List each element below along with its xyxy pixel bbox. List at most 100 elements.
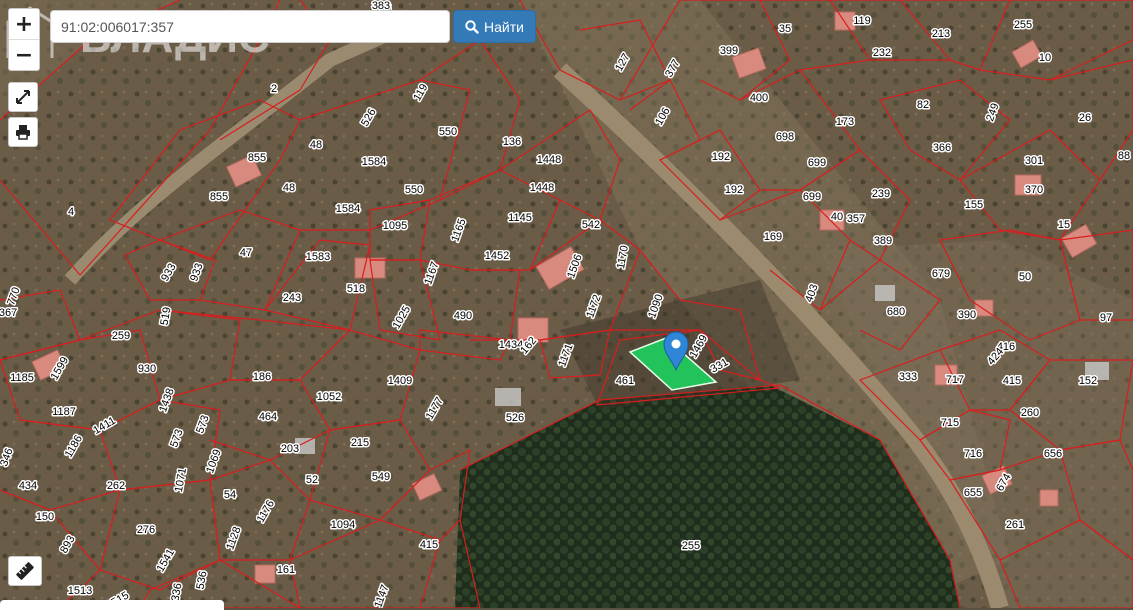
parcel-label: 1094 (331, 519, 355, 531)
parcel-label: 656 (1044, 448, 1062, 460)
parcel-label: 550 (439, 126, 457, 138)
parcel-label: 715 (941, 417, 959, 429)
parcel-label: 88 (1118, 150, 1130, 162)
parcel-label: 40 (831, 211, 843, 223)
parcel-label: 1052 (317, 391, 341, 403)
parcel-label: 357 (847, 213, 865, 225)
parcel-label: 150 (36, 511, 54, 523)
bottom-info-panel (0, 600, 224, 610)
parcel-label: 930 (138, 363, 156, 375)
parcel-label: 232 (873, 47, 891, 59)
parcel-label: 47 (240, 247, 252, 259)
parcel-label: 549 (372, 471, 390, 483)
printer-icon (16, 125, 30, 140)
parcel-label: 855 (210, 191, 228, 203)
parcel-label: 1095 (383, 220, 407, 232)
parcel-label: 186 (253, 371, 271, 383)
parcel-label: 399 (720, 45, 738, 57)
parcel-label: 260 (1021, 407, 1039, 419)
parcel-label: 169 (764, 231, 782, 243)
parcel-label: 276 (137, 524, 155, 536)
parcel-label: 261 (1006, 519, 1024, 531)
ruler-icon (16, 562, 34, 580)
parcel-label: 152 (1079, 375, 1097, 387)
parcel-label: 255 (1014, 19, 1032, 31)
parcel-label: 1513 (68, 585, 92, 597)
parcel-label: 855 (248, 152, 266, 164)
parcel-label: 1452 (485, 250, 509, 262)
parcel-label: 400 (750, 92, 768, 104)
parcel-label: 2 (271, 83, 277, 95)
parcel-label: 192 (712, 151, 730, 163)
parcel-label: 97 (1100, 312, 1112, 324)
parcel-label: 35 (779, 23, 791, 35)
parcel-label: 239 (872, 188, 890, 200)
parcel-label: 50 (1019, 271, 1031, 283)
parcel-label: 155 (965, 199, 983, 211)
parcel-label: 367 (0, 307, 17, 319)
parcel-label: 15 (1058, 219, 1070, 231)
search-button-label: Найти (484, 18, 524, 35)
parcel-label: 54 (224, 489, 236, 501)
parcel-label: 173 (836, 116, 854, 128)
parcel-label: 333 (899, 371, 917, 383)
parcel-label: 679 (932, 268, 950, 280)
parcel-label: 10 (1039, 52, 1051, 64)
parcel-label: 698 (776, 131, 794, 143)
zoom-out-button[interactable]: − (9, 39, 39, 70)
parcel-label: 215 (351, 437, 369, 449)
measure-button[interactable] (8, 556, 42, 586)
parcel-label: 119 (853, 15, 871, 27)
parcel-label: 259 (112, 330, 130, 342)
parcel-label: 389 (874, 235, 892, 247)
parcel-label: 243 (283, 292, 301, 304)
cadastral-search-input[interactable] (50, 10, 450, 43)
parcel-label: 161 (277, 564, 295, 576)
parcel-label: 48 (310, 139, 322, 151)
parcel-label: 1145 (508, 212, 532, 224)
parcel-label: 699 (803, 191, 821, 203)
search-button[interactable]: Найти (453, 10, 536, 43)
parcel-label: 301 (1025, 155, 1043, 167)
parcel-label: 550 (405, 184, 423, 196)
satellite-map: 39338335119 2552127 377399 2322131011952640… (0, 0, 1133, 608)
parcel-label: 415 (420, 539, 438, 551)
parcel-label: 1448 (530, 182, 554, 194)
parcel-label: 1448 (537, 154, 561, 166)
parcel-label: 82 (917, 99, 929, 111)
parcel-label: 717 (946, 374, 964, 386)
parcel-label: 26 (1079, 112, 1091, 124)
parcel-label: 655 (964, 487, 982, 499)
parcel-label: 255 (682, 540, 700, 552)
parcel-label: 213 (932, 28, 950, 40)
parcel-label: 1185 (10, 372, 34, 384)
parcel-label: 699 (808, 157, 826, 169)
parcel-label: 716 (964, 448, 982, 460)
parcel-label: 434 (19, 480, 37, 492)
parcel-label: 680 (887, 306, 905, 318)
parcel-label: 490 (454, 310, 472, 322)
parcel-label: 262 (107, 480, 125, 492)
parcel-label: 48 (283, 182, 295, 194)
parcel-label: 52 (306, 474, 318, 486)
parcel-label: 203 (281, 443, 299, 455)
parcel-label: 192 (725, 184, 743, 196)
search-icon (465, 19, 479, 34)
parcel-label: 1584 (362, 156, 386, 168)
parcel-label: 518 (347, 283, 365, 295)
zoom-in-button[interactable]: + (9, 9, 39, 39)
parcel-label: 1583 (306, 251, 330, 263)
parcel-label: 461 (616, 375, 634, 387)
fullscreen-button[interactable] (8, 82, 38, 112)
parcel-label: 390 (958, 309, 976, 321)
parcel-label: 370 (1025, 184, 1043, 196)
parcel-label: 464 (259, 411, 277, 423)
zoom-controls: + − (8, 8, 40, 71)
parcel-label: 415 (1003, 375, 1021, 387)
map-canvas[interactable]: 393 383 35 119 255 2 127 377 399 232 213 10 119 526 40… (0, 0, 1133, 608)
parcel-label: 526 (506, 412, 524, 424)
parcel-label: 1409 (388, 375, 412, 387)
parcel-label: 1187 (52, 406, 76, 418)
print-button[interactable] (8, 117, 38, 147)
fullscreen-icon (16, 90, 30, 104)
